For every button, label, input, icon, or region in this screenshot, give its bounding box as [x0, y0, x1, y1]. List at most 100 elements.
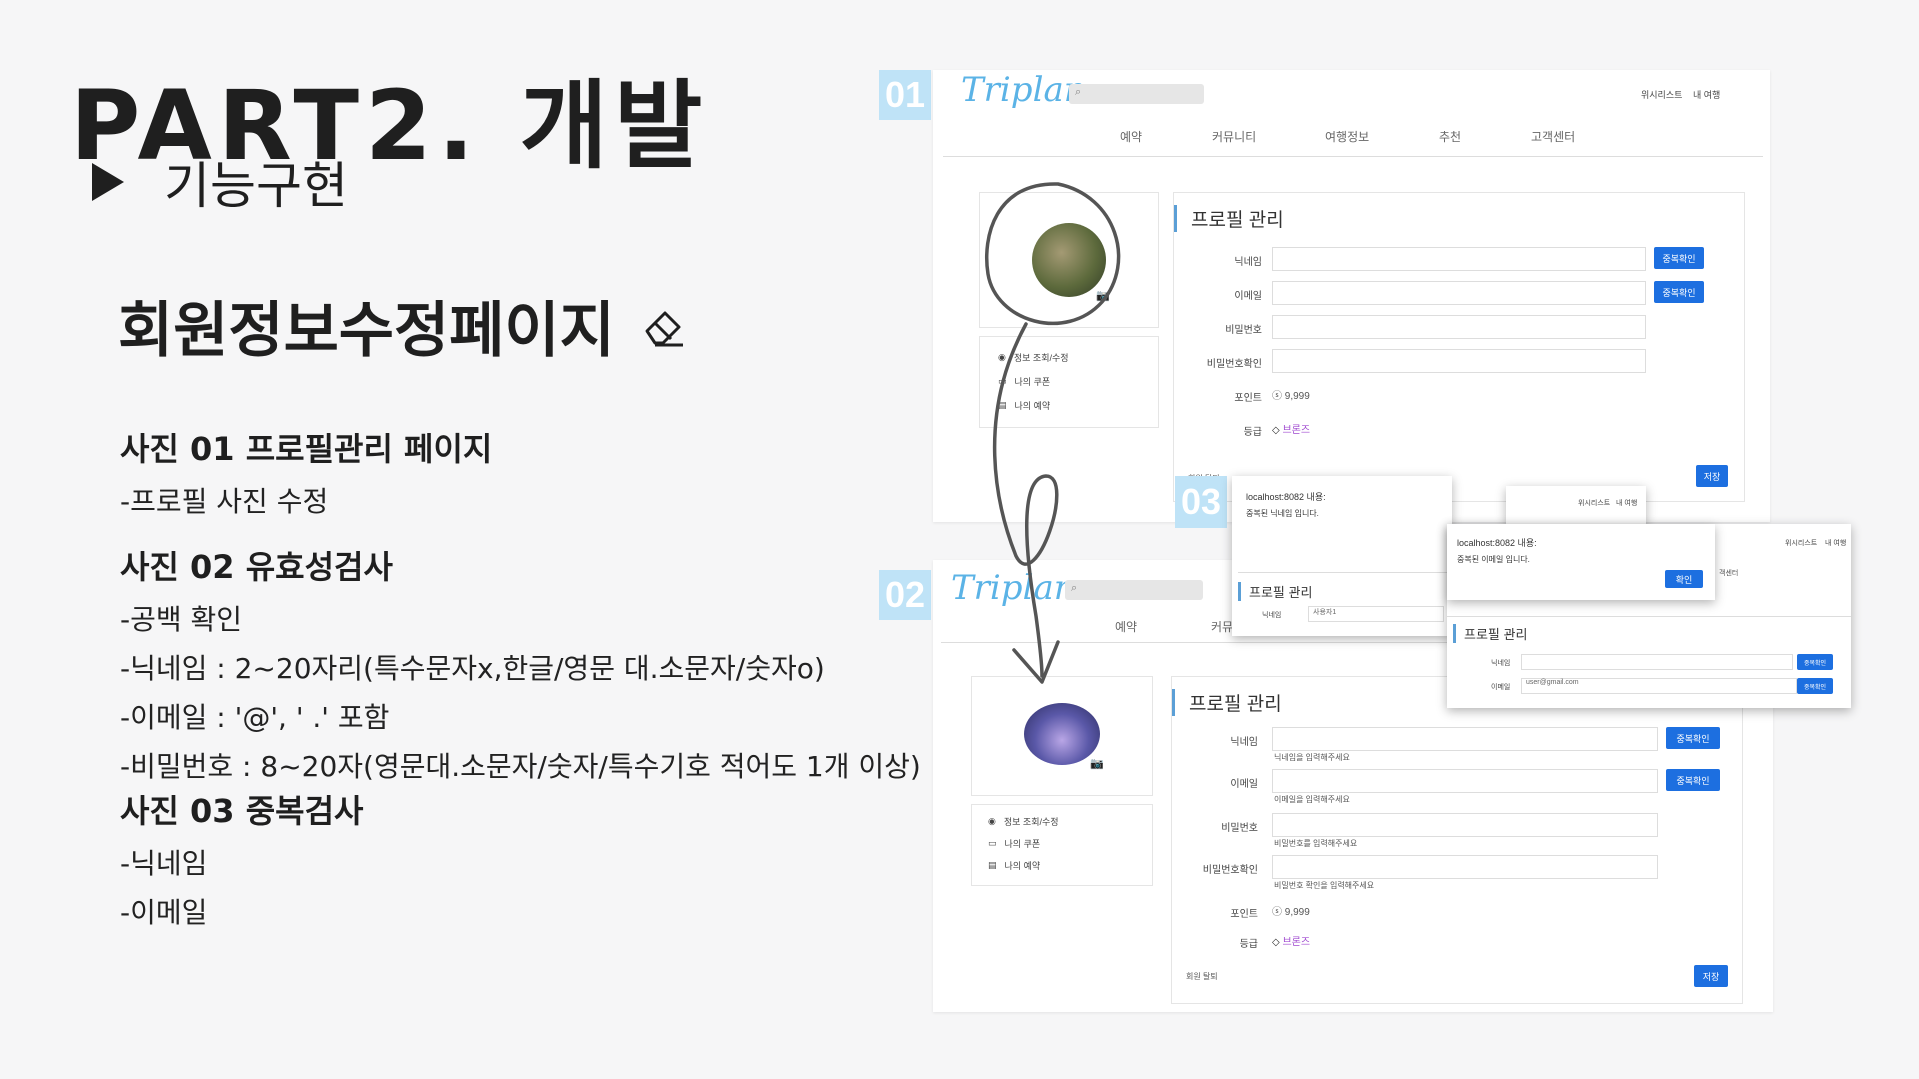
my-trip-link[interactable]: 내 여행	[1825, 538, 1846, 548]
nickname-label: 닉네임	[1234, 257, 1262, 268]
grade-value: ◇ 브론즈	[1272, 421, 1310, 436]
camera-icon[interactable]: 📷	[1090, 757, 1104, 770]
email-dup-button[interactable]: 중복확인	[1797, 678, 1833, 694]
email-dup-button[interactable]: 중복확인	[1654, 281, 1704, 303]
dialog-origin: localhost:8082 내용:	[1457, 538, 1537, 548]
password-confirm-hint: 비밀번호 확인을 입력해주세요	[1274, 881, 1375, 890]
email-input[interactable]	[1272, 769, 1658, 793]
menu-item-coupon[interactable]: ▭ 나의 쿠폰	[988, 837, 1040, 850]
badge-02: 02	[879, 570, 931, 620]
password-confirm-label: 비밀번호확인	[1202, 865, 1258, 876]
screenshot-03a: localhost:8082 내용: 중복된 닉네임 입니다. 프로필 관리 닉…	[1232, 476, 1478, 636]
section-line: -프로필 사진 수정	[120, 485, 329, 518]
menu-item-info[interactable]: ◉ 정보 조회/수정	[988, 815, 1059, 828]
point-value: ⓢ 9,999	[1272, 903, 1310, 918]
dialog-message: 중복된 이메일 입니다.	[1457, 555, 1530, 564]
nickname-dup-button[interactable]: 중복확인	[1654, 247, 1704, 269]
profile-title: 프로필 관리	[1174, 205, 1284, 232]
section-line: -닉네임 : 2~20자리(특수문자x,한글/영문 대.소문자/숫자o)	[120, 652, 825, 685]
my-trip-link[interactable]: 내 여행	[1693, 88, 1720, 101]
menu-label: 나의 쿠폰	[1004, 839, 1041, 849]
section-line: -비밀번호 : 8~20자(영문대.소문자/숫자/특수기호 적어도 1개 이상)	[120, 750, 921, 783]
nav-fragment[interactable]: 객센터	[1719, 568, 1738, 578]
point-number: 9,999	[1284, 907, 1310, 918]
section-title: 사진 01 프로필관리 페이지	[120, 430, 493, 468]
password-confirm-label: 비밀번호확인	[1206, 359, 1262, 370]
divider	[1238, 572, 1478, 573]
nav-divider	[943, 156, 1763, 157]
email-label: 이메일	[1230, 779, 1258, 790]
save-button[interactable]: 저장	[1694, 965, 1728, 987]
section-3: 사진 03 중복검사 -닉네임 -이메일	[120, 786, 363, 931]
eraser-icon	[645, 311, 683, 346]
email-hint: 이메일을 입력해주세요	[1274, 795, 1350, 804]
section-line: -이메일	[120, 896, 208, 929]
nav-customer-center[interactable]: 고객센터	[1531, 128, 1575, 145]
mypage-menu: ◉ 정보 조회/수정 ▭ 나의 쿠폰 ▤ 나의 예약	[971, 804, 1153, 886]
menu-label: 정보 조회/수정	[1003, 817, 1059, 827]
my-trip-link[interactable]: 내 여행	[1616, 498, 1637, 508]
nav-travel-info[interactable]: 여행정보	[1325, 128, 1369, 145]
email-input[interactable]	[1272, 281, 1646, 305]
nickname-dup-button[interactable]: 중복확인	[1666, 727, 1720, 749]
play-triangle-icon	[92, 163, 124, 201]
password-label: 비밀번호	[1225, 325, 1262, 336]
page-heading: 회원정보수정페이지	[118, 282, 687, 369]
nav-reservation[interactable]: 예약	[1120, 128, 1142, 145]
nickname-input[interactable]	[1272, 727, 1658, 751]
password-input[interactable]	[1272, 315, 1646, 339]
password-confirm-input[interactable]	[1272, 855, 1658, 879]
diamond-icon: ◇	[1272, 425, 1280, 436]
section-title: 사진 03 중복검사	[120, 792, 364, 830]
withdraw-link[interactable]: 회원 탈퇴	[1186, 971, 1218, 982]
sub-heading: 기능구현	[92, 146, 348, 218]
nickname-hint: 닉네임을 입력해주세요	[1274, 753, 1350, 762]
user-icon: ◉	[988, 816, 996, 826]
ok-button[interactable]: 확인	[1665, 570, 1703, 588]
point-number: 9,999	[1284, 391, 1310, 402]
calendar-icon: ▤	[988, 860, 997, 870]
section-line: -공백 확인	[120, 603, 243, 636]
profile-title: 프로필 관리	[1172, 689, 1282, 716]
section-title: 사진 02 유효성검사	[120, 548, 393, 586]
nickname-input[interactable]	[1521, 654, 1793, 670]
password-label: 비밀번호	[1221, 823, 1258, 834]
wishlist-link[interactable]: 위시리스트	[1578, 498, 1610, 508]
badge-03: 03	[1175, 476, 1227, 528]
dialog-origin: localhost:8082 내용:	[1246, 492, 1326, 502]
hand-drawn-arrow	[985, 182, 1121, 684]
nickname-input[interactable]: 사용자1	[1308, 606, 1444, 622]
sub-heading-text: 기능구현	[164, 157, 348, 215]
header-fragment: 위시리스트 내 여행	[1506, 486, 1646, 526]
wishlist-link[interactable]: 위시리스트	[1785, 538, 1817, 548]
nav-recommend[interactable]: 추천	[1439, 128, 1461, 145]
nav-community[interactable]: 커뮤니티	[1212, 128, 1256, 145]
email-dup-button[interactable]: 중복확인	[1666, 769, 1720, 791]
logo[interactable]: Triplan	[961, 70, 1086, 110]
nickname-input[interactable]	[1272, 247, 1646, 271]
grade-label: 등급	[1243, 427, 1262, 438]
profile-title: 프로필 관리	[1453, 624, 1527, 643]
menu-item-reservation[interactable]: ▤ 나의 예약	[988, 859, 1040, 872]
nickname-dup-button[interactable]: 중복확인	[1797, 654, 1833, 670]
nickname-label: 닉네임	[1491, 660, 1511, 667]
password-hint: 비밀번호를 입력해주세요	[1274, 839, 1358, 848]
avatar[interactable]	[1024, 703, 1100, 765]
email-label: 이메일	[1234, 291, 1262, 302]
grade-label: 등급	[1239, 939, 1258, 950]
save-button[interactable]: 저장	[1696, 465, 1728, 487]
email-input[interactable]: user@gmail.com	[1521, 678, 1797, 694]
profile-form-card: 프로필 관리 닉네임 중복확인 닉네임을 입력해주세요 이메일 중복확인 이메일…	[1171, 676, 1743, 1004]
nickname-label: 닉네임	[1262, 612, 1282, 619]
nav-community-fragment[interactable]: 커뮤	[1211, 618, 1233, 635]
password-input[interactable]	[1272, 813, 1658, 837]
diamond-icon: ◇	[1272, 937, 1280, 948]
coin-icon: ⓢ	[1272, 907, 1282, 918]
search-input[interactable]: ⌕	[1069, 84, 1204, 104]
section-line: -닉네임	[120, 847, 208, 880]
point-value: ⓢ 9,999	[1272, 387, 1310, 402]
nickname-label: 닉네임	[1230, 737, 1258, 748]
wishlist-link[interactable]: 위시리스트	[1641, 88, 1682, 101]
dialog-message: 중복된 닉네임 입니다.	[1246, 509, 1319, 518]
password-confirm-input[interactable]	[1272, 349, 1646, 373]
